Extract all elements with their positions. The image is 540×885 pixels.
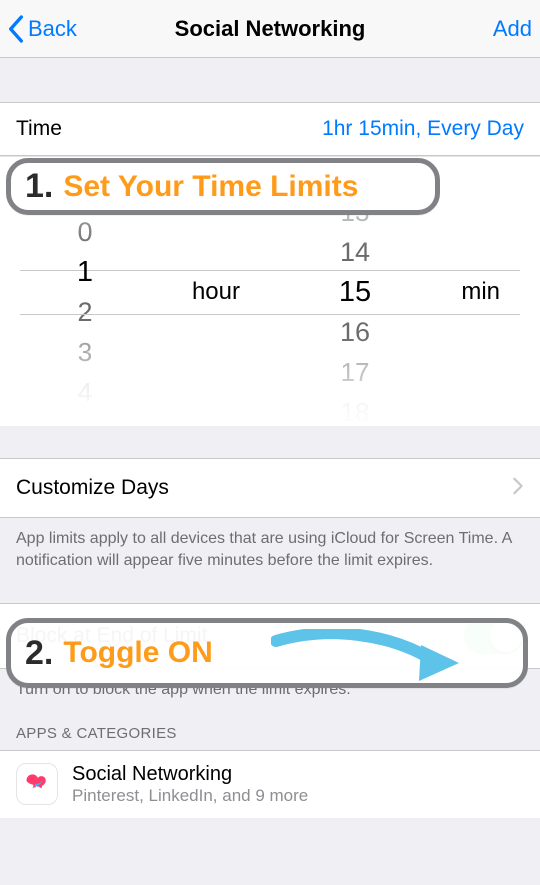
customize-days-label: Customize Days <box>16 476 169 500</box>
app-title: Social Networking <box>72 763 308 786</box>
time-label: Time <box>16 117 62 141</box>
customize-days-row[interactable]: Customize Days <box>0 458 540 518</box>
app-row[interactable]: Social Networking Pinterest, LinkedIn, a… <box>0 750 540 818</box>
navbar: Back Social Networking Add <box>0 0 540 58</box>
apps-header: APPS & CATEGORIES <box>0 705 540 750</box>
app-subtitle: Pinterest, LinkedIn, and 9 more <box>72 786 308 806</box>
annotation-2-num: 2. <box>25 634 53 673</box>
page-title: Social Networking <box>0 16 540 42</box>
back-label: Back <box>28 16 77 42</box>
minutes-unit: min <box>461 278 500 306</box>
back-button[interactable]: Back <box>8 15 77 43</box>
annotation-1-num: 1. <box>25 167 53 206</box>
time-value: 1hr 15min, Every Day <box>322 117 524 141</box>
annotation-2-text: Toggle ON <box>63 636 212 670</box>
chevron-left-icon <box>8 15 24 43</box>
annotation-callout-2: 2. Toggle ON <box>6 618 528 688</box>
spacer <box>0 58 540 102</box>
arrow-icon <box>271 629 461 684</box>
social-networking-icon <box>16 763 58 805</box>
app-texts: Social Networking Pinterest, LinkedIn, a… <box>72 763 308 806</box>
time-row[interactable]: Time 1hr 15min, Every Day <box>0 103 540 156</box>
add-button[interactable]: Add <box>493 16 532 42</box>
annotation-callout-1: 1. Set Your Time Limits <box>6 158 440 215</box>
annotation-1-text: Set Your Time Limits <box>63 170 358 204</box>
time-section: Time 1hr 15min, Every Day 0 1 2 3 4 hour… <box>0 102 540 426</box>
limits-footer: App limits apply to all devices that are… <box>0 518 540 575</box>
hours-unit: hour <box>192 278 240 306</box>
chevron-right-icon <box>512 475 524 501</box>
